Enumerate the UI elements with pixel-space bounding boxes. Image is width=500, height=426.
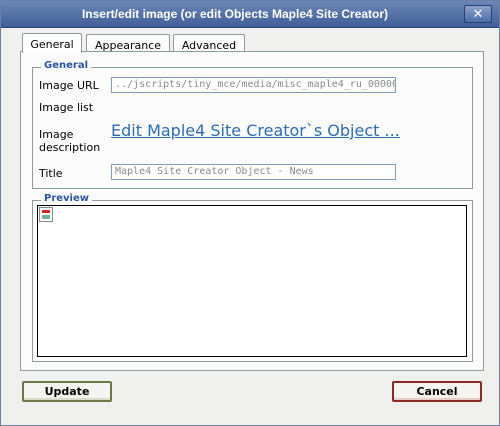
cancel-button[interactable]: Cancel bbox=[392, 381, 482, 402]
image-list-label: Image list bbox=[39, 101, 94, 114]
tab-general[interactable]: General bbox=[22, 33, 82, 53]
tab-advanced[interactable]: Advanced bbox=[173, 34, 245, 52]
image-url-label: Image URL bbox=[39, 79, 99, 92]
broken-image-icon bbox=[39, 207, 53, 222]
title-label: Title bbox=[39, 167, 63, 180]
preview-legend: Preview bbox=[41, 193, 93, 204]
title-input[interactable]: Maple4 Site Creator Object - News bbox=[111, 164, 396, 180]
general-legend: General bbox=[41, 60, 91, 71]
title-bar[interactable]: Insert/edit image (or edit Objects Maple… bbox=[1, 1, 499, 28]
window-title: Insert/edit image (or edit Objects Maple… bbox=[81, 7, 389, 21]
update-button[interactable]: Update bbox=[22, 381, 112, 402]
image-description-label: Image description bbox=[39, 128, 101, 154]
tab-appearance[interactable]: Appearance bbox=[86, 34, 170, 52]
image-description-link[interactable]: Edit Maple4 Site Creator`s Object ... bbox=[111, 121, 400, 140]
close-button[interactable]: ✕ bbox=[464, 5, 492, 23]
preview-area bbox=[37, 205, 467, 357]
image-url-input[interactable]: ../jscripts/tiny_mce/media/misc_maple4_r… bbox=[111, 77, 396, 93]
